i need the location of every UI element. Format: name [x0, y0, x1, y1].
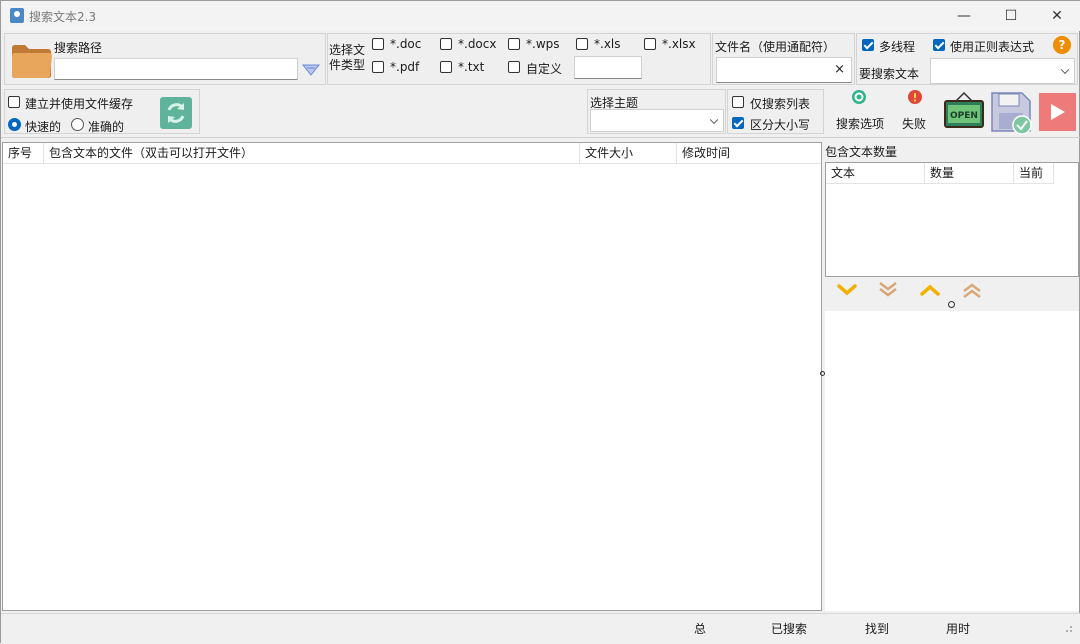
- fast-label: 快速的: [25, 120, 62, 134]
- next-chevron-icon[interactable]: [837, 283, 857, 297]
- col-header-index[interactable]: 序号: [3, 143, 44, 164]
- help-icon[interactable]: ?: [1053, 36, 1071, 54]
- regex-checkbox[interactable]: [933, 39, 945, 51]
- xlsx-label: *.xlsx: [662, 37, 696, 51]
- cache-checkbox[interactable]: [8, 96, 20, 108]
- only-list-checkbox[interactable]: [732, 96, 744, 108]
- results-list[interactable]: 序号 包含文本的文件（双击可以打开文件） 文件大小 修改时间: [2, 142, 822, 611]
- theme-group: 选择主题: [587, 89, 726, 134]
- search-options-label: 搜索选项: [836, 117, 885, 131]
- maximize-button[interactable]: ☐: [988, 1, 1034, 31]
- play-icon: [1051, 104, 1065, 120]
- status-elapsed: 用时: [946, 622, 971, 636]
- dropdown-arrow-icon[interactable]: [302, 63, 320, 77]
- search-flags-group: 仅搜索列表 区分大小写: [727, 89, 824, 134]
- col-header-modified[interactable]: 修改时间: [677, 143, 821, 164]
- fail-icon: [908, 90, 922, 104]
- title-bar: 搜索文本2.3 — ☐ ✕: [1, 1, 1080, 31]
- first-double-chevron-icon[interactable]: [962, 280, 982, 300]
- count-panel-title: 包含文本数量: [825, 145, 898, 159]
- file-types-label: 选择文件类型: [329, 43, 366, 72]
- gear-icon: [852, 90, 866, 104]
- app-icon: [10, 8, 24, 23]
- refresh-cache-icon[interactable]: [160, 97, 192, 129]
- search-options-group: 多线程 使用正则表达式 ? 要搜索文本: [856, 33, 1078, 85]
- close-button[interactable]: ✕: [1034, 1, 1080, 31]
- custom-type-checkbox[interactable]: [508, 61, 520, 73]
- pdf-checkbox[interactable]: [372, 61, 384, 73]
- file-types-group: 选择文件类型 *.doc *.docx *.wps *.xls *.xlsx *…: [327, 33, 711, 85]
- doc-checkbox[interactable]: [372, 38, 384, 50]
- custom-type-input[interactable]: [574, 56, 642, 79]
- pdf-label: *.pdf: [390, 60, 420, 74]
- search-path-input[interactable]: [54, 58, 298, 80]
- status-bar: [1, 613, 1080, 644]
- txt-checkbox[interactable]: [440, 61, 452, 73]
- start-search-button[interactable]: [1039, 93, 1076, 131]
- docx-label: *.docx: [458, 37, 497, 51]
- cache-group: 建立并使用文件缓存 快速的 准确的: [4, 89, 200, 134]
- last-double-chevron-icon[interactable]: [878, 280, 898, 300]
- accurate-label: 准确的: [88, 120, 125, 134]
- col-header-file[interactable]: 包含文本的文件（双击可以打开文件）: [44, 143, 580, 164]
- window-title: 搜索文本2.3: [29, 10, 97, 24]
- fail-label: 失败: [902, 117, 927, 131]
- fail-button[interactable]: 失败: [895, 87, 935, 133]
- search-options-button[interactable]: 搜索选项: [831, 87, 887, 133]
- minimize-button[interactable]: —: [941, 1, 987, 31]
- col-header-count[interactable]: 数量: [925, 163, 1014, 184]
- regex-label: 使用正则表达式: [950, 40, 1035, 54]
- chevron-down-icon: [1060, 65, 1070, 75]
- filename-group: 文件名（使用通配符） ×: [712, 33, 855, 85]
- txt-label: *.txt: [458, 60, 485, 74]
- preview-panel[interactable]: [825, 311, 1079, 611]
- previous-chevron-icon[interactable]: [920, 283, 940, 297]
- search-path-group: 搜索路径: [4, 33, 326, 85]
- chevron-down-icon: [709, 115, 719, 124]
- clear-filename-icon[interactable]: ×: [834, 62, 845, 77]
- wps-checkbox[interactable]: [508, 38, 520, 50]
- case-sensitive-checkbox[interactable]: [732, 117, 744, 129]
- horizontal-splitter-handle[interactable]: [948, 301, 955, 308]
- save-icon[interactable]: [990, 91, 1034, 135]
- search-text-label: 要搜索文本: [859, 67, 920, 81]
- folder-icon[interactable]: [10, 40, 54, 80]
- doc-label: *.doc: [390, 37, 422, 51]
- wps-label: *.wps: [526, 37, 560, 51]
- status-searched: 已搜索: [771, 622, 808, 636]
- accurate-radio[interactable]: [71, 118, 84, 131]
- search-text-combobox[interactable]: [930, 58, 1075, 84]
- xls-label: *.xls: [594, 37, 621, 51]
- col-header-text[interactable]: 文本: [826, 163, 925, 184]
- open-sign-icon[interactable]: OPEN: [943, 91, 985, 131]
- multithread-label: 多线程: [879, 40, 916, 54]
- filename-label: 文件名（使用通配符）: [715, 40, 836, 54]
- toolbar-divider: [1, 137, 1080, 138]
- multithread-checkbox[interactable]: [862, 39, 874, 51]
- resize-grip-icon[interactable]: [1063, 623, 1073, 633]
- open-sign-text: OPEN: [950, 111, 978, 121]
- xlsx-checkbox[interactable]: [644, 38, 656, 50]
- app-window: 搜索文本2.3 — ☐ ✕ 搜索路径 选择文件类型 *.doc *.docx *…: [0, 0, 1080, 644]
- docx-checkbox[interactable]: [440, 38, 452, 50]
- status-found: 找到: [865, 622, 890, 636]
- col-header-size[interactable]: 文件大小: [580, 143, 677, 164]
- cache-label: 建立并使用文件缓存: [25, 97, 134, 111]
- case-sensitive-label: 区分大小写: [750, 118, 811, 132]
- col-header-current[interactable]: 当前: [1014, 163, 1054, 184]
- theme-combobox[interactable]: [590, 109, 724, 132]
- count-list[interactable]: 文本 数量 当前: [825, 162, 1079, 277]
- custom-type-label: 自定义: [526, 62, 563, 76]
- only-list-label: 仅搜索列表: [750, 97, 811, 111]
- filename-input[interactable]: ×: [716, 57, 852, 83]
- xls-checkbox[interactable]: [576, 38, 588, 50]
- search-path-label: 搜索路径: [54, 41, 103, 55]
- status-total: 总: [694, 622, 707, 636]
- fast-radio[interactable]: [8, 118, 21, 131]
